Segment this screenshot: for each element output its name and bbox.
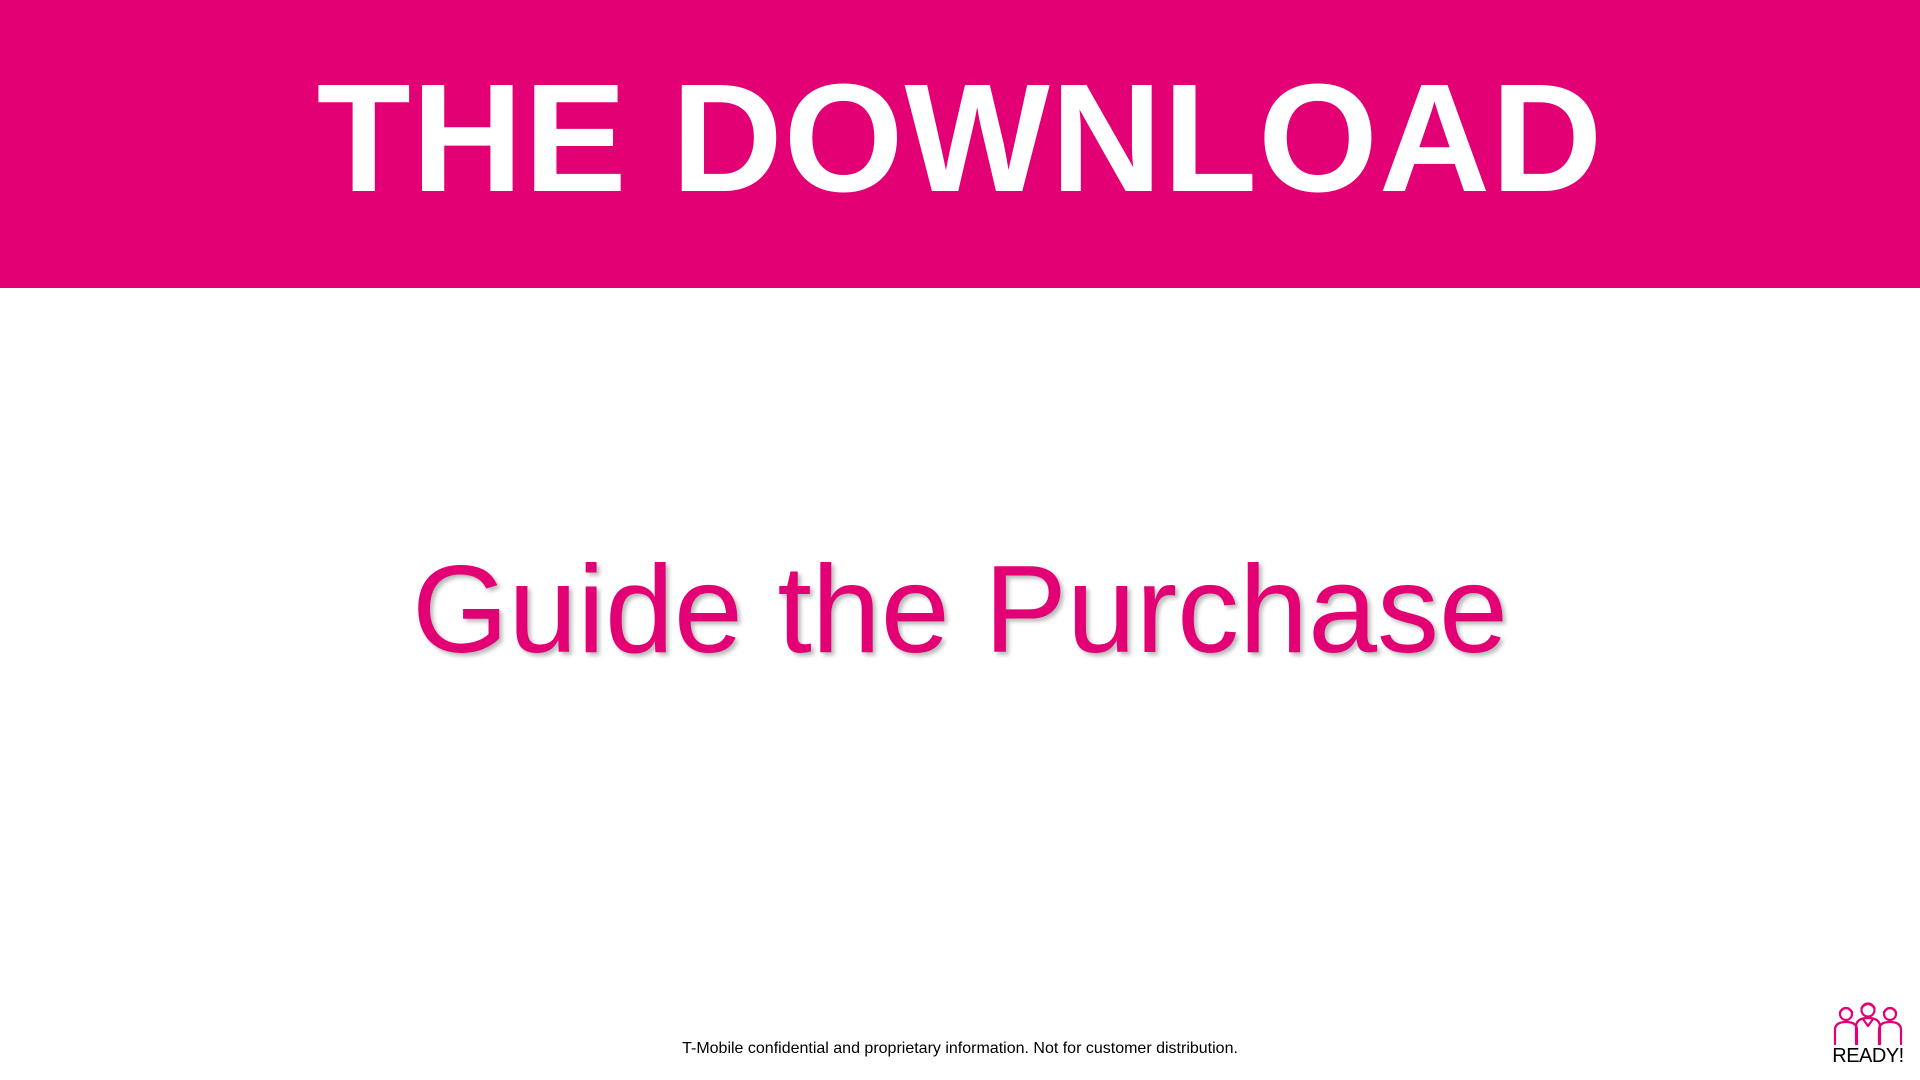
ready-logo: READY! [1830,1000,1906,1068]
ready-logo-text: READY! [1832,1045,1904,1067]
confidential-footer: T-Mobile confidential and proprietary in… [682,1040,1238,1057]
slide-subtitle: Guide the Purchase [411,541,1509,679]
slide: THE DOWNLOAD Guide the Purchase T-Mobile… [0,0,1920,1080]
banner-title: THE DOWNLOAD [316,52,1604,224]
header-banner: THE DOWNLOAD [0,0,1920,288]
people-group-icon [1833,1002,1903,1046]
